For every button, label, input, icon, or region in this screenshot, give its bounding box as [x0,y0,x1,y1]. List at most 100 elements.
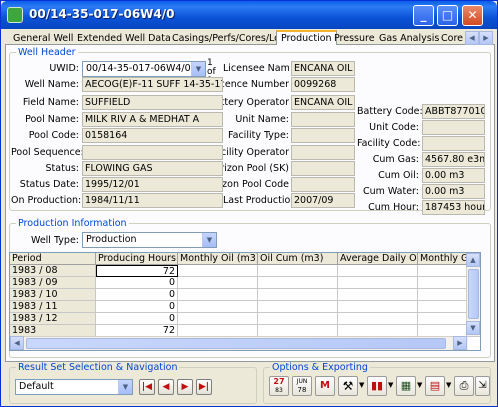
row-monthly-oil[interactable] [178,265,258,277]
facility-operator-field [291,145,355,160]
cum-gas-label: Cum Gas: [372,154,419,165]
row-oil-cum[interactable] [258,277,338,289]
row-producing-hours[interactable]: 72 [96,265,178,277]
report-dropdown-icon[interactable]: ▼ [446,381,451,389]
tab-production[interactable]: Production [276,30,337,46]
report-icon[interactable]: ▤ [425,376,445,396]
tab-general-well[interactable]: General Well [9,32,77,46]
row-producing-hours[interactable]: 0 [96,313,178,325]
row-producing-hours[interactable]: 0 [96,277,178,289]
tab-scroll-left-button[interactable]: ◀ [465,31,479,45]
monthly-view-button[interactable]: M [315,376,335,396]
next-record-button[interactable]: ▶ [177,379,193,395]
options-exporting-legend: Options & Exporting [272,362,368,373]
last-record-button[interactable]: ▶| [196,379,212,395]
tab-gas-analysis[interactable]: Gas Analysis [375,32,443,46]
uwid-combobox[interactable]: 00/14-35-017-06W4/0 ▼ [82,61,206,77]
result-set-combobox[interactable]: Default ▼ [15,379,133,395]
table-row[interactable]: 1983 / 08 72 [10,265,480,277]
licence-number-field: 0099268 [291,77,355,92]
scroll-up-button[interactable]: ▲ [466,253,480,267]
minimize-button[interactable]: _ [413,5,434,26]
row-monthly-oil[interactable] [178,313,258,325]
row-period: 1983 / 12 [10,313,96,325]
column-header-monthly-oil[interactable]: Monthly Oil (m3) [178,253,258,265]
status-date-field: 1995/12/01 [82,177,223,192]
chevron-down-icon[interactable]: ▼ [202,233,216,247]
uwid-value: 00/14-35-017-06W4/0 [86,63,191,74]
row-oil-cum[interactable] [258,265,338,277]
tab-extended-well-data[interactable]: Extended Well Data [73,32,175,46]
calendar-month-button[interactable]: JUN 78 [292,376,312,396]
print-icon[interactable]: ⎙ [454,376,474,396]
tab-scroll-right-button[interactable]: ▶ [479,31,493,45]
row-average-daily-oil[interactable] [338,289,418,301]
well-name-label: Well Name: [24,79,79,90]
maximize-button[interactable]: □ [437,5,458,26]
row-oil-cum[interactable] [258,313,338,325]
battery-operator-field: ENCANA OIL & [291,95,355,110]
row-average-daily-oil[interactable] [338,265,418,277]
calendar-month-day-text: 78 [297,386,307,394]
calendar-small-text: 83 [275,387,283,394]
row-period: 1983 / 11 [10,301,96,313]
well-header-legend: Well Header [18,47,76,58]
production-grid[interactable]: Period Producing Hours Monthly Oil (m3) … [9,252,481,351]
close-button[interactable]: ✕ [462,5,483,26]
cum-water-field: 0.00 m3 [422,184,485,199]
row-producing-hours[interactable]: 0 [96,301,178,313]
column-header-producing-hours[interactable]: Producing Hours [96,253,178,265]
horizontal-scrollbar[interactable]: ◀ ▶ [10,336,468,350]
column-header-oil-cum[interactable]: Oil Cum (m3) [258,253,338,265]
facility-code-field [422,136,485,151]
window-title: 00/14-35-017-06W4/0 [29,7,175,21]
well-type-combobox[interactable]: Production ▼ [82,232,217,248]
row-oil-cum[interactable] [258,289,338,301]
tab-strip: General Well Extended Well Data Casings/… [5,30,495,46]
pool-sequence-field [82,145,223,160]
scroll-down-button[interactable]: ▼ [466,321,480,335]
column-header-average-daily-oil[interactable]: Average Daily Oil (m [338,253,418,265]
column-header-period[interactable]: Period [10,253,96,265]
row-monthly-oil[interactable] [178,277,258,289]
export-icon[interactable]: ⇲ [475,376,490,396]
battery-code-field: ABBT8770108 [422,104,485,119]
table-row[interactable]: 1983 / 09 0 [10,277,480,289]
horizontal-scroll-thumb[interactable] [26,338,446,349]
table-row[interactable]: 1983 / 12 0 [10,313,480,325]
table-row[interactable]: 1983 / 10 0 [10,289,480,301]
production-information-legend: Production Information [18,218,127,229]
tab-pressure[interactable]: Pressure [330,32,379,46]
chevron-down-icon[interactable]: ▼ [191,62,205,76]
row-average-daily-oil[interactable] [338,277,418,289]
vertical-scroll-thumb[interactable] [468,269,479,319]
row-average-daily-oil[interactable] [338,301,418,313]
tools-icon[interactable]: ⚒ [338,376,358,396]
previous-record-button[interactable]: ◀ [158,379,174,395]
spreadsheet-dropdown-icon[interactable]: ▼ [417,381,422,389]
tools-dropdown-icon[interactable]: ▼ [359,381,364,389]
unit-code-label: Unit Code: [369,122,419,133]
row-period: 1983 / 09 [10,277,96,289]
licence-number-label: Licence Number: [223,79,289,90]
spreadsheet-icon[interactable]: ▦ [396,376,416,396]
cum-hour-label: Cum Hour: [368,202,419,213]
scroll-left-button[interactable]: ◀ [10,336,24,350]
chevron-down-icon[interactable]: ▼ [118,380,132,394]
scroll-right-button[interactable]: ▶ [453,336,467,350]
first-record-button[interactable]: |◀ [139,379,155,395]
row-average-daily-oil[interactable] [338,313,418,325]
vertical-scrollbar[interactable]: ▲ ▼ [466,253,480,336]
table-row[interactable]: 1983 / 11 0 [10,301,480,313]
row-producing-hours[interactable]: 0 [96,289,178,301]
chart-dropdown-icon[interactable]: ▼ [388,381,393,389]
row-monthly-oil[interactable] [178,301,258,313]
row-monthly-oil[interactable] [178,289,258,301]
calendar-day-button[interactable]: 27 83 [269,376,289,396]
row-oil-cum[interactable] [258,301,338,313]
title-bar[interactable]: 00/14-35-017-06W4/0 _ □ ✕ [1,1,497,29]
unit-name-label: Unit Name: [235,114,289,125]
application-window: 00/14-35-017-06W4/0 _ □ ✕ General Well E… [0,0,498,407]
pool-code-label: Pool Code: [28,130,79,141]
chart-icon[interactable]: ▮▮ [367,376,387,396]
